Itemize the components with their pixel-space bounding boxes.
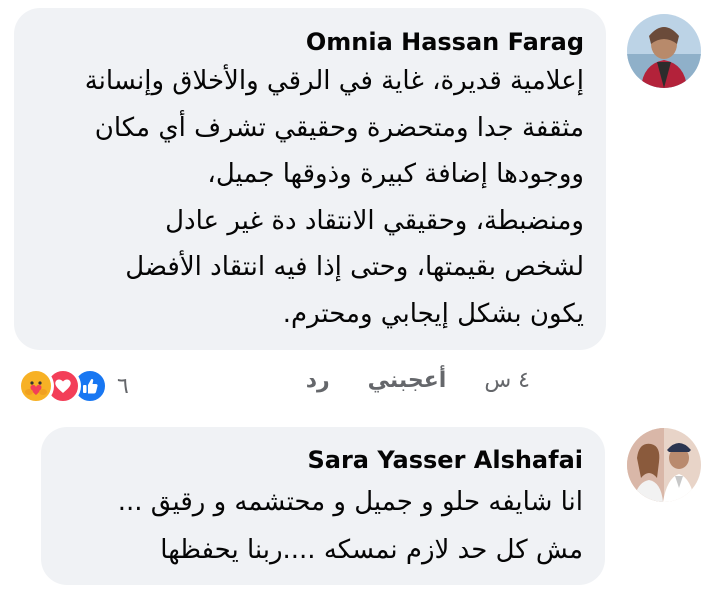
avatar-omnia-image <box>627 14 701 88</box>
comment-text-line: مثقفة جدا ومتحضرة وحقيقي تشرف أي مكان <box>94 112 584 143</box>
reactions-summary[interactable]: ٦ <box>18 368 129 404</box>
comment-text-line: ومنضبطة، وحقيقي الانتقاد دة غير عادل <box>165 205 584 236</box>
comment-bubble-sara: Sara Yasser Alshafai انا شايفه حلو و جمي… <box>41 427 605 585</box>
avatar-sara[interactable] <box>627 428 701 502</box>
comment-text-line: لشخص بقيمتها، وحتى إذا فيه انتقاد الأفضل <box>125 252 584 282</box>
comment-text-line: إعلامية قديرة، غاية في الرقي والأخلاق وإ… <box>84 66 584 96</box>
comment-author[interactable]: Sara Yasser Alshafai <box>63 446 583 474</box>
comment-text-line: انا شايفه حلو و جميل و محتشمه و رقيق ... <box>117 487 583 517</box>
comment-text-line: مش كل حد لازم نمسكه ....ربنا يحفظها <box>160 535 583 565</box>
care-icon <box>18 368 54 404</box>
avatar-sara-image <box>627 428 701 502</box>
comment-bubble-omnia: Omnia Hassan Farag إعلامية قديرة، غاية ف… <box>14 8 606 350</box>
comment-author[interactable]: Omnia Hassan Farag <box>36 28 584 56</box>
avatar-omnia[interactable] <box>627 14 701 88</box>
like-button[interactable]: أعجبني <box>368 368 447 393</box>
reaction-count: ٦ <box>117 373 129 399</box>
comment-actions: ٤ س أعجبني رد <box>306 368 530 393</box>
comment-text-line: ووجودها إضافة كبيرة وذوقها جميل، <box>207 159 584 189</box>
comment-timestamp[interactable]: ٤ س <box>484 368 530 393</box>
comment-text-line: يكون بشكل إيجابي ومحترم. <box>282 298 584 329</box>
reply-button[interactable]: رد <box>306 368 330 393</box>
